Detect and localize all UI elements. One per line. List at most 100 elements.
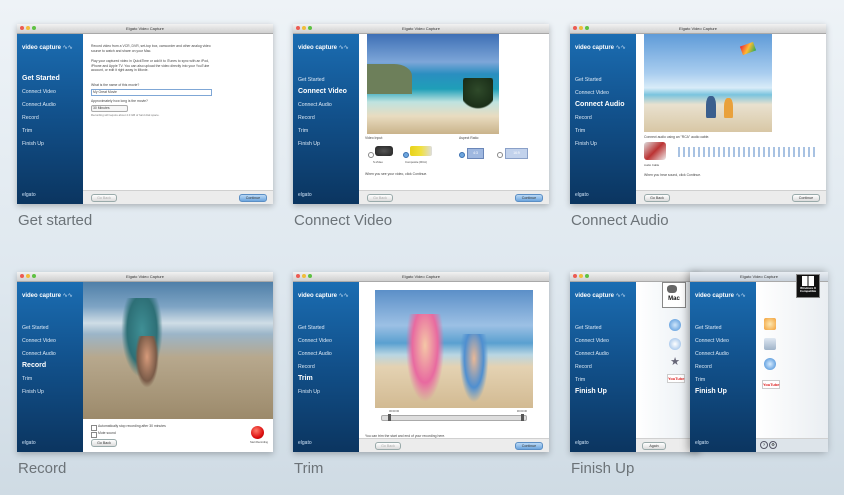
- trim-video-preview: [375, 290, 533, 408]
- zoom-icon[interactable]: [32, 26, 36, 30]
- minimize-icon[interactable]: [302, 274, 306, 278]
- minimize-icon[interactable]: [26, 26, 30, 30]
- step-connect-video: Connect Video: [298, 338, 332, 344]
- minimize-icon[interactable]: [26, 274, 30, 278]
- caption-get-started: Get started: [18, 212, 93, 229]
- caption-record: Record: [18, 460, 67, 477]
- continue-button[interactable]: Continue: [239, 194, 267, 202]
- mute-checkbox[interactable]: [91, 432, 97, 438]
- name-label: What is the name of this movie?: [91, 83, 140, 87]
- content-area: Video Input: Aspect Ratio: S-Video Compo…: [359, 34, 549, 204]
- step-connect-audio: Connect Audio: [22, 351, 56, 357]
- app-logo: video capture ∿∿: [575, 45, 626, 51]
- auto-stop-checkbox[interactable]: [91, 425, 97, 431]
- zoom-icon[interactable]: [308, 274, 312, 278]
- close-icon[interactable]: [573, 26, 577, 30]
- length-label: Approximately how long is the movie?: [91, 99, 148, 103]
- brand-label: elgato: [575, 440, 589, 446]
- go-back-button[interactable]: Go Back: [367, 194, 393, 202]
- aspect-ratio-label: Aspect Ratio:: [459, 136, 480, 140]
- quicktime-icon[interactable]: [669, 319, 681, 331]
- itunes-windows-icon[interactable]: [764, 358, 776, 370]
- ratio-169-option[interactable]: 16:9: [505, 148, 528, 159]
- continue-button[interactable]: Continue: [792, 194, 820, 202]
- svideo-radio[interactable]: [368, 152, 374, 158]
- export-file-icon[interactable]: [764, 338, 776, 350]
- settings-icon[interactable]: ⚙: [769, 441, 777, 449]
- wave-logo-icon: ∿∿: [338, 45, 349, 51]
- step-get-started: Get Started: [575, 77, 602, 83]
- go-back-button[interactable]: Go Back: [91, 439, 117, 447]
- trim-start-time: 00:00:00: [389, 410, 400, 413]
- tile-get-started: Elgato Video Capture video capture ∿∿ Ge…: [17, 24, 273, 229]
- step-connect-audio: Connect Audio: [298, 102, 332, 108]
- step-connect-audio: Connect Audio: [22, 102, 56, 108]
- continue-button[interactable]: Continue: [515, 442, 543, 450]
- go-back-button[interactable]: Go Back: [644, 194, 670, 202]
- step-finish-up: Finish Up: [695, 388, 727, 395]
- step-trim: Trim: [298, 128, 309, 134]
- tile-record: Elgato Video Capture video capture ∿∿ Ge…: [17, 272, 273, 477]
- step-record: Record: [575, 115, 592, 121]
- zoom-icon[interactable]: [585, 26, 589, 30]
- window-title: Elgato Video Capture: [740, 274, 778, 279]
- composite-radio[interactable]: [403, 152, 409, 158]
- sidebar: video capture ∿∿ Get Started Connect Vid…: [293, 282, 359, 452]
- record-button-icon[interactable]: [251, 426, 264, 439]
- trim-end-handle[interactable]: [521, 414, 524, 421]
- step-finish-up: Finish Up: [575, 388, 607, 395]
- movie-name-input[interactable]: My Great Movie: [91, 89, 212, 96]
- audio-cable-label: Audio Cable: [644, 163, 660, 167]
- step-get-started: Get Started: [22, 75, 60, 82]
- footer-bar: Go Back Continue: [359, 190, 549, 204]
- go-back-button[interactable]: Go Back: [91, 194, 117, 202]
- minimize-icon[interactable]: [579, 274, 583, 278]
- zoom-icon[interactable]: [308, 26, 312, 30]
- close-icon[interactable]: [296, 26, 300, 30]
- step-connect-video: Connect Video: [695, 338, 729, 344]
- app-logo: video capture ∿∿: [22, 45, 73, 51]
- close-icon[interactable]: [296, 274, 300, 278]
- minimize-icon[interactable]: [579, 26, 583, 30]
- close-icon[interactable]: [573, 274, 577, 278]
- app-window: Elgato Video Capture video capture ∿∿ Ge…: [17, 24, 273, 204]
- zoom-icon[interactable]: [585, 274, 589, 278]
- mute-label: Mute sound: [98, 431, 116, 435]
- audio-cable-icon: [644, 142, 666, 160]
- sidebar: video capture ∿∿ Get Started Connect Vid…: [690, 282, 756, 452]
- help-icon[interactable]: ?: [760, 441, 768, 449]
- again-button[interactable]: Again: [642, 442, 666, 450]
- minimize-icon[interactable]: [302, 26, 306, 30]
- wave-logo-icon: ∿∿: [615, 45, 626, 51]
- brand-label: elgato: [22, 192, 36, 198]
- step-finish-up: Finish Up: [22, 141, 44, 147]
- ratio-169-radio[interactable]: [497, 152, 503, 158]
- ratio-43-option[interactable]: 4:3: [467, 148, 484, 159]
- continue-button[interactable]: Continue: [515, 194, 543, 202]
- video-hint: When you see your video, click Continue.: [365, 172, 428, 176]
- itunes-icon[interactable]: [669, 338, 681, 350]
- ratio-43-radio[interactable]: [459, 152, 465, 158]
- step-record: Record: [298, 115, 315, 121]
- imovie-star-icon[interactable]: ★: [670, 357, 680, 368]
- close-icon[interactable]: [20, 274, 24, 278]
- youtube-windows-icon[interactable]: YouTube: [762, 380, 780, 389]
- media-player-icon[interactable]: [764, 318, 776, 330]
- video-preview: [367, 34, 499, 134]
- zoom-icon[interactable]: [32, 274, 36, 278]
- trim-start-handle[interactable]: [388, 414, 391, 421]
- brand-label: elgato: [22, 440, 36, 446]
- close-icon[interactable]: [20, 26, 24, 30]
- wave-logo-icon: ∿∿: [62, 45, 73, 51]
- title-bar: Elgato Video Capture: [293, 24, 549, 34]
- title-bar: Elgato Video Capture: [17, 272, 273, 282]
- tile-connect-video: Elgato Video Capture video capture ∿∿ Ge…: [293, 24, 549, 229]
- go-back-button[interactable]: Go Back: [375, 442, 401, 450]
- step-get-started: Get Started: [298, 77, 325, 83]
- length-select[interactable]: 30 Minutes: [91, 105, 128, 112]
- step-trim: Trim: [22, 376, 33, 382]
- youtube-icon[interactable]: YouTube: [667, 374, 685, 383]
- trim-timeline[interactable]: [381, 414, 527, 421]
- caption-finish-up: Finish Up: [571, 460, 635, 477]
- content-area: Windows 8 Compatible YouTube ? ⚙: [756, 274, 828, 452]
